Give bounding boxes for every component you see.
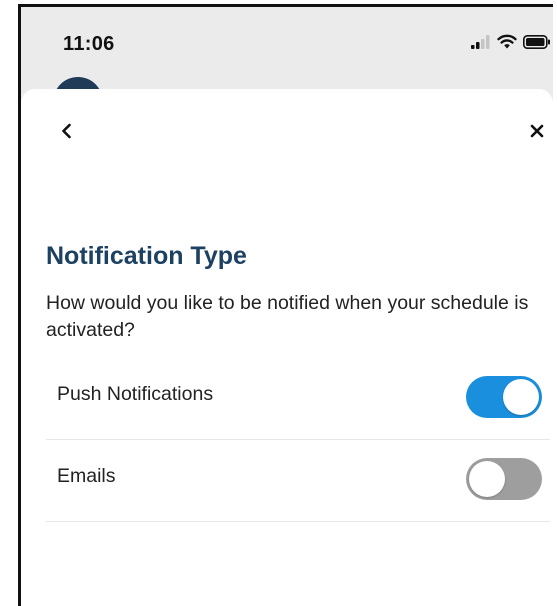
chevron-left-icon — [62, 123, 71, 139]
notification-sheet: Notification Type How would you like to … — [21, 89, 553, 606]
push-notifications-label: Push Notifications — [57, 383, 214, 405]
back-button[interactable] — [55, 119, 79, 143]
status-icons — [471, 34, 551, 49]
toggle-knob — [503, 379, 539, 415]
battery-icon — [523, 34, 550, 49]
wifi-icon — [497, 34, 517, 49]
page-description: How would you like to be notified when y… — [46, 292, 529, 341]
page-title: Notification Type — [46, 242, 247, 270]
emails-toggle[interactable] — [466, 458, 542, 500]
status-bar: 11:06 — [21, 7, 553, 87]
emails-label: Emails — [57, 465, 116, 487]
status-time: 11:06 — [63, 33, 115, 55]
emails-row: Emails — [46, 440, 550, 522]
close-icon — [530, 124, 544, 138]
toggle-knob — [469, 461, 505, 497]
push-notifications-toggle[interactable] — [466, 376, 542, 418]
phone-frame: 11:06 Notification Type How would you li… — [18, 4, 553, 606]
close-button[interactable] — [525, 119, 549, 143]
push-notifications-row: Push Notifications — [46, 358, 550, 440]
signal-icon — [471, 34, 490, 49]
